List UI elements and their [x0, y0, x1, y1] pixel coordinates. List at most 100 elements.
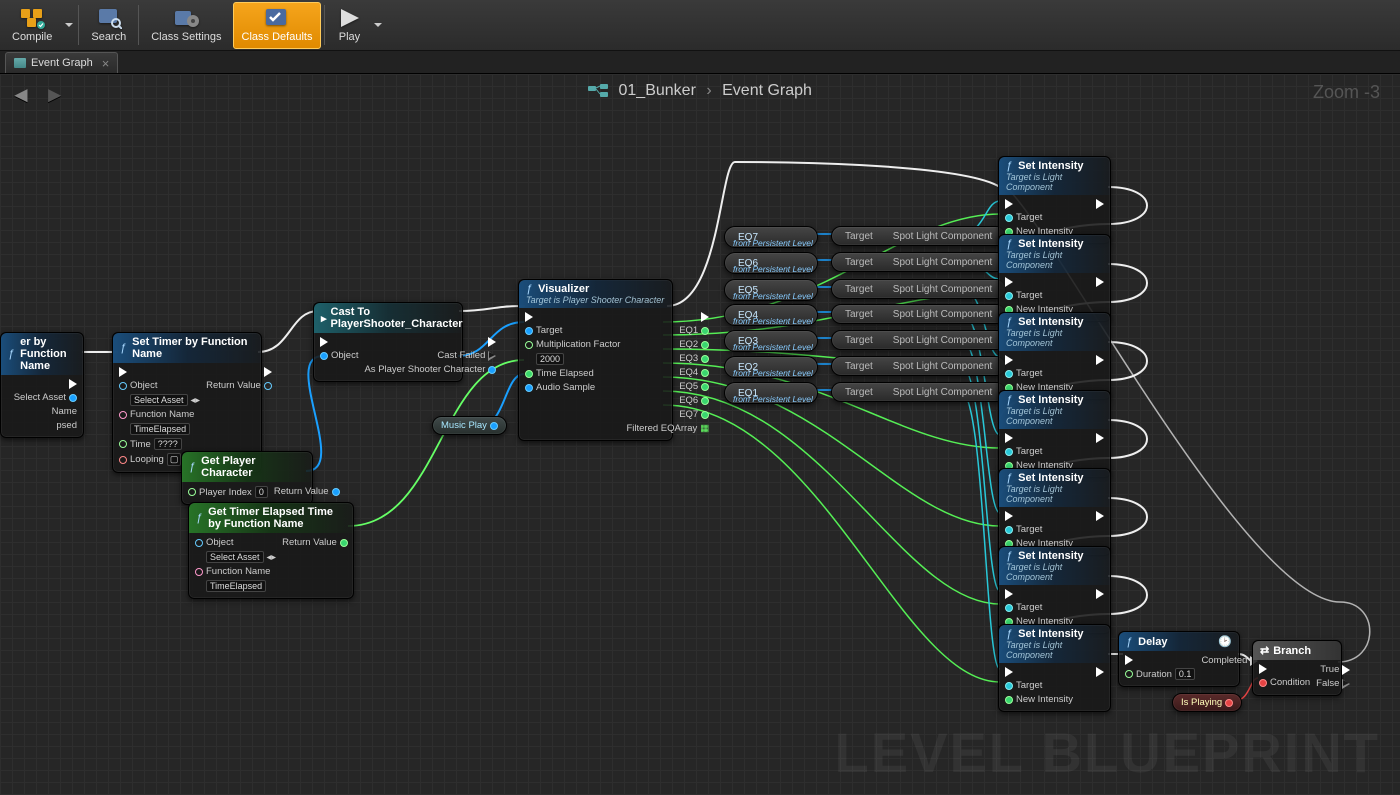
exec-in-pin[interactable]: [525, 312, 620, 322]
exec-in-pin[interactable]: [1005, 199, 1073, 209]
pin-new-intensity[interactable]: New Intensity: [1005, 694, 1073, 705]
node-set-intensity[interactable]: ƒSet IntensityTarget is Light Component …: [998, 390, 1111, 478]
tab-event-graph[interactable]: Event Graph ×: [5, 52, 118, 73]
class-settings-button[interactable]: Class Settings: [142, 2, 230, 49]
pin-object[interactable]: Object: [119, 380, 200, 391]
node-get-player-character[interactable]: ƒGet Player Character Player Index 0 Ret…: [181, 451, 313, 505]
node-branch[interactable]: ⇄ Branch Condition True False: [1252, 640, 1342, 696]
compile-button[interactable]: Compile: [3, 2, 61, 49]
pin-as[interactable]: As Player Shooter Character: [364, 364, 496, 375]
pin[interactable]: Name: [52, 406, 77, 417]
play-dropdown[interactable]: [371, 19, 385, 31]
node-eq-ref[interactable]: EQ2 from Persistent Level: [724, 356, 818, 378]
pin-condition[interactable]: Condition: [1259, 677, 1310, 688]
pin-object[interactable]: Object: [320, 350, 358, 361]
node-set-intensity[interactable]: ƒSet IntensityTarget is Light Component …: [998, 156, 1111, 244]
node-spot-light-component[interactable]: Target Spot Light Component: [831, 382, 1006, 402]
pin-target[interactable]: Target: [1005, 290, 1073, 301]
exec-out-pin[interactable]: [264, 367, 272, 377]
pin-target[interactable]: Target: [525, 325, 620, 336]
node-cast[interactable]: ▸ Cast To PlayerShooter_Character Object…: [313, 302, 463, 382]
node-get-timer-elapsed[interactable]: ƒGet Timer Elapsed Time by Function Name…: [188, 502, 354, 599]
nav-back-button[interactable]: ◄: [10, 82, 32, 108]
pin-eq[interactable]: EQ6: [679, 395, 709, 406]
pin-cast-failed[interactable]: Cast Failed: [437, 350, 496, 361]
node-visualizer[interactable]: ƒVisualizer Target is Player Shooter Cha…: [518, 279, 673, 441]
node-set-intensity[interactable]: ƒSet IntensityTarget is Light Component …: [998, 624, 1111, 712]
pin-target[interactable]: Target: [1005, 368, 1073, 379]
pin-eq[interactable]: EQ5: [679, 381, 709, 392]
node-spot-light-component[interactable]: Target Spot Light Component: [831, 279, 1006, 299]
pin-target[interactable]: Target: [1005, 680, 1073, 691]
node-set-intensity[interactable]: ƒSet IntensityTarget is Light Component …: [998, 546, 1111, 634]
pin[interactable]: psed: [56, 420, 77, 431]
pin-eq[interactable]: EQ2: [679, 339, 709, 350]
pin-function-name[interactable]: Function Name: [119, 409, 200, 420]
pin[interactable]: Select Asset: [14, 392, 77, 403]
pin-true[interactable]: True: [1320, 664, 1350, 675]
exec-out-pin[interactable]: [1096, 355, 1104, 365]
exec-out-pin[interactable]: [69, 379, 77, 389]
node-delay[interactable]: ƒDelay🕑 Duration 0.1 Completed: [1118, 631, 1240, 687]
pin-return[interactable]: Return Value: [282, 537, 348, 548]
pin-return[interactable]: Return Value: [206, 380, 272, 391]
node-spot-light-component[interactable]: Target Spot Light Component: [831, 356, 1006, 376]
pin-out[interactable]: [1225, 699, 1233, 707]
node-set-intensity[interactable]: ƒSet IntensityTarget is Light Component …: [998, 234, 1111, 322]
pin-object[interactable]: Object: [195, 537, 276, 548]
node-eq-ref[interactable]: EQ4 from Persistent Level: [724, 304, 818, 326]
pin-target[interactable]: Target: [1005, 524, 1073, 535]
pin-time-elapsed[interactable]: Time Elapsed: [525, 368, 620, 379]
node-set-timer-partial[interactable]: ƒer by Function Name Select Asset Name p…: [0, 332, 84, 438]
graph-viewport[interactable]: ◄ ► 01_Bunker › Event Graph Zoom -3 LEVE…: [0, 74, 1400, 795]
pin-eq[interactable]: EQ3: [679, 353, 709, 364]
pin-time[interactable]: Time ????: [119, 438, 200, 450]
pin-return[interactable]: Return Value: [274, 486, 340, 497]
exec-out-pin[interactable]: [1096, 199, 1104, 209]
node-set-intensity[interactable]: ƒSet IntensityTarget is Light Component …: [998, 312, 1111, 400]
exec-in-pin[interactable]: [1005, 667, 1073, 677]
pin-target[interactable]: Target: [1005, 446, 1073, 457]
pin-out[interactable]: [490, 422, 498, 430]
pin-player-index[interactable]: Player Index 0: [188, 486, 268, 498]
exec-in-pin[interactable]: [1005, 589, 1073, 599]
tab-close-button[interactable]: ×: [102, 56, 110, 71]
pin-duration[interactable]: Duration 0.1: [1125, 668, 1195, 680]
play-button[interactable]: Play: [328, 2, 370, 49]
pin-eq[interactable]: EQ1: [679, 325, 709, 336]
exec-out-pin[interactable]: [1096, 511, 1104, 521]
class-defaults-button[interactable]: Class Defaults: [233, 2, 322, 49]
pin-target[interactable]: Target: [1005, 602, 1073, 613]
pin-false[interactable]: False: [1316, 678, 1350, 689]
exec-in-pin[interactable]: [1005, 277, 1073, 287]
pin-audio[interactable]: Audio Sample: [525, 382, 620, 393]
node-set-intensity[interactable]: ƒSet IntensityTarget is Light Component …: [998, 468, 1111, 556]
exec-out-pin[interactable]: [1096, 589, 1104, 599]
exec-out-pin[interactable]: [1096, 667, 1104, 677]
pin-function-name[interactable]: Function Name: [195, 566, 276, 577]
pin-target[interactable]: Target: [1005, 212, 1073, 223]
exec-in-pin[interactable]: [1125, 655, 1195, 665]
node-eq-ref[interactable]: EQ3 from Persistent Level: [724, 330, 818, 352]
node-spot-light-component[interactable]: Target Spot Light Component: [831, 226, 1006, 246]
exec-out-pin[interactable]: [488, 337, 496, 347]
node-eq-ref[interactable]: EQ1 from Persistent Level: [724, 382, 818, 404]
pin-mult[interactable]: Multiplication Factor: [525, 339, 620, 350]
exec-in-pin[interactable]: [1005, 511, 1073, 521]
exec-in-pin[interactable]: [119, 367, 200, 377]
exec-out-pin[interactable]: [1096, 277, 1104, 287]
node-spot-light-component[interactable]: Target Spot Light Component: [831, 330, 1006, 350]
node-spot-light-component[interactable]: Target Spot Light Component: [831, 252, 1006, 272]
pin-completed[interactable]: Completed: [1201, 655, 1258, 666]
pin-array[interactable]: Filtered EQArray ▦: [626, 423, 709, 434]
pin-eq[interactable]: EQ4: [679, 367, 709, 378]
node-spot-light-component[interactable]: Target Spot Light Component: [831, 304, 1006, 324]
node-is-playing-ref[interactable]: Is Playing: [1172, 693, 1242, 712]
node-eq-ref[interactable]: EQ7 from Persistent Level: [724, 226, 818, 248]
nav-forward-button[interactable]: ►: [44, 82, 66, 108]
exec-out-pin[interactable]: [1096, 433, 1104, 443]
exec-in-pin[interactable]: [1005, 355, 1073, 365]
exec-in-pin[interactable]: [320, 337, 358, 347]
node-eq-ref[interactable]: EQ6 from Persistent Level: [724, 252, 818, 274]
node-music-play-ref[interactable]: Music Play: [432, 416, 507, 435]
